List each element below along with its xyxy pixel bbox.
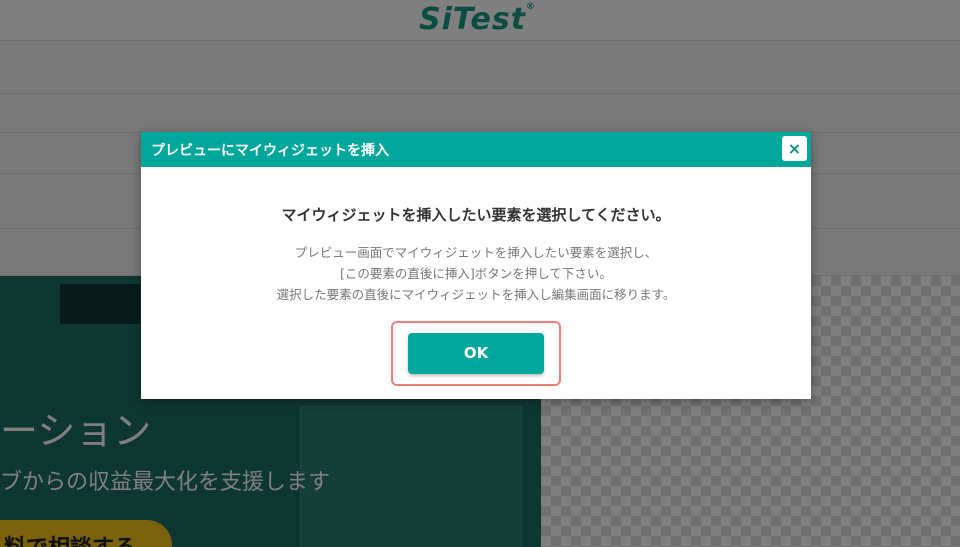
ok-button[interactable]: OK — [408, 333, 544, 374]
dialog-description: プレビュー画面でマイウィジェットを挿入したい要素を選択し、 [この要素の直後に挿… — [141, 242, 811, 305]
insert-widget-dialog: プレビューにマイウィジェットを挿入 × マイウィジェットを挿入したい要素を選択し… — [141, 132, 811, 399]
description-line: [この要素の直後に挿入]ボタンを押して下さい。 — [340, 266, 612, 281]
close-icon[interactable]: × — [782, 136, 807, 161]
dialog-title: プレビューにマイウィジェットを挿入 — [151, 143, 389, 159]
description-line: プレビュー画面でマイウィジェットを挿入したい要素を選択し、 — [294, 245, 658, 260]
description-line: 選択した要素の直後にマイウィジェットを挿入し編集画面に移ります。 — [276, 287, 676, 302]
dialog-heading: マイウィジェットを挿入したい要素を選択してください。 — [281, 206, 671, 224]
dialog-header: プレビューにマイウィジェットを挿入 × — [141, 132, 811, 167]
